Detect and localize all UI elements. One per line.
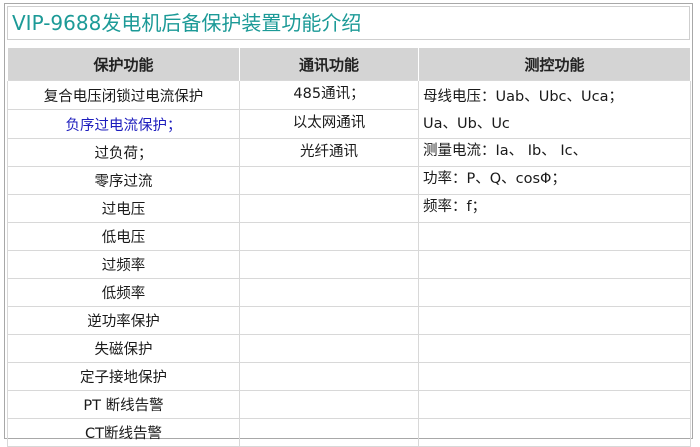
- empty-cell: [239, 166, 419, 195]
- empty-cell: [239, 362, 419, 391]
- table-row: 零序过流 功率：P、Q、cosΦ；: [7, 166, 691, 195]
- measurement-power: 功率：P、Q、cosΦ；: [418, 166, 691, 195]
- protection-item: 定子接地保护: [7, 362, 240, 391]
- protection-item: 负序过电流保护；: [7, 109, 240, 139]
- communication-item: 光纤通讯: [239, 138, 419, 167]
- table-row: 过频率: [7, 250, 691, 279]
- measurement-current: 测量电流：Ia、 Ib、 Ic、: [418, 138, 691, 167]
- function-table: 保护功能 通讯功能 测控功能 复合电压闭锁过电流保护 485通讯； 母线电压：U…: [7, 48, 691, 447]
- header-protection: 保护功能: [7, 48, 240, 81]
- empty-cell: [239, 194, 419, 223]
- empty-cell: [418, 278, 691, 307]
- communication-item: 以太网通讯: [239, 109, 419, 139]
- table-header-row: 保护功能 通讯功能 测控功能: [7, 48, 691, 81]
- protection-item: 复合电压闭锁过电流保护: [7, 80, 240, 110]
- measurement-voltage-line2: Ua、Ub、Uc: [423, 116, 510, 132]
- table-row: 定子接地保护: [7, 362, 691, 391]
- empty-cell: [239, 250, 419, 279]
- protection-item: CT断线告警: [7, 418, 240, 447]
- header-measurement: 测控功能: [418, 48, 691, 81]
- measurement-voltage-line1: 母线电压：Uab、Ubc、Uca；: [423, 89, 623, 105]
- header-communication: 通讯功能: [239, 48, 419, 81]
- communication-item: 485通讯；: [239, 80, 419, 110]
- table-row: 复合电压闭锁过电流保护 485通讯； 母线电压：Uab、Ubc、Uca； Ua、…: [7, 80, 691, 139]
- table-row: 低频率: [7, 278, 691, 307]
- protection-item: 低频率: [7, 278, 240, 307]
- empty-cell: [418, 306, 691, 335]
- protection-item: 逆功率保护: [7, 306, 240, 335]
- empty-cell: [239, 278, 419, 307]
- table-row: 逆功率保护: [7, 306, 691, 335]
- document-frame: VIP-9688发电机后备保护装置功能介绍 保护功能 通讯功能 测控功能 复合电…: [4, 3, 693, 447]
- empty-cell: [239, 390, 419, 419]
- protection-item: PT 断线告警: [7, 390, 240, 419]
- title-bar: VIP-9688发电机后备保护装置功能介绍: [7, 6, 690, 40]
- protection-item: 低电压: [7, 222, 240, 251]
- empty-cell: [418, 334, 691, 363]
- table-row: 低电压: [7, 222, 691, 251]
- table-row: CT断线告警: [7, 418, 691, 447]
- empty-cell: [239, 334, 419, 363]
- empty-cell: [239, 306, 419, 335]
- measurement-frequency: 频率：f；: [418, 194, 691, 223]
- empty-cell: [418, 390, 691, 419]
- protection-item: 过负荷；: [7, 138, 240, 167]
- page-title: VIP-9688发电机后备保护装置功能介绍: [12, 11, 362, 35]
- table-row: 失磁保护: [7, 334, 691, 363]
- empty-cell: [239, 418, 419, 447]
- protection-item: 零序过流: [7, 166, 240, 195]
- empty-cell: [418, 362, 691, 391]
- table-row: 过负荷； 光纤通讯 测量电流：Ia、 Ib、 Ic、: [7, 138, 691, 167]
- protection-item: 失磁保护: [7, 334, 240, 363]
- table-row: PT 断线告警: [7, 390, 691, 419]
- table-row: 过电压 频率：f；: [7, 194, 691, 223]
- empty-cell: [418, 418, 691, 447]
- empty-cell: [418, 250, 691, 279]
- empty-cell: [239, 222, 419, 251]
- protection-item: 过频率: [7, 250, 240, 279]
- measurement-voltage-cell: 母线电压：Uab、Ubc、Uca； Ua、Ub、Uc: [418, 80, 691, 139]
- empty-cell: [418, 222, 691, 251]
- protection-item: 过电压: [7, 194, 240, 223]
